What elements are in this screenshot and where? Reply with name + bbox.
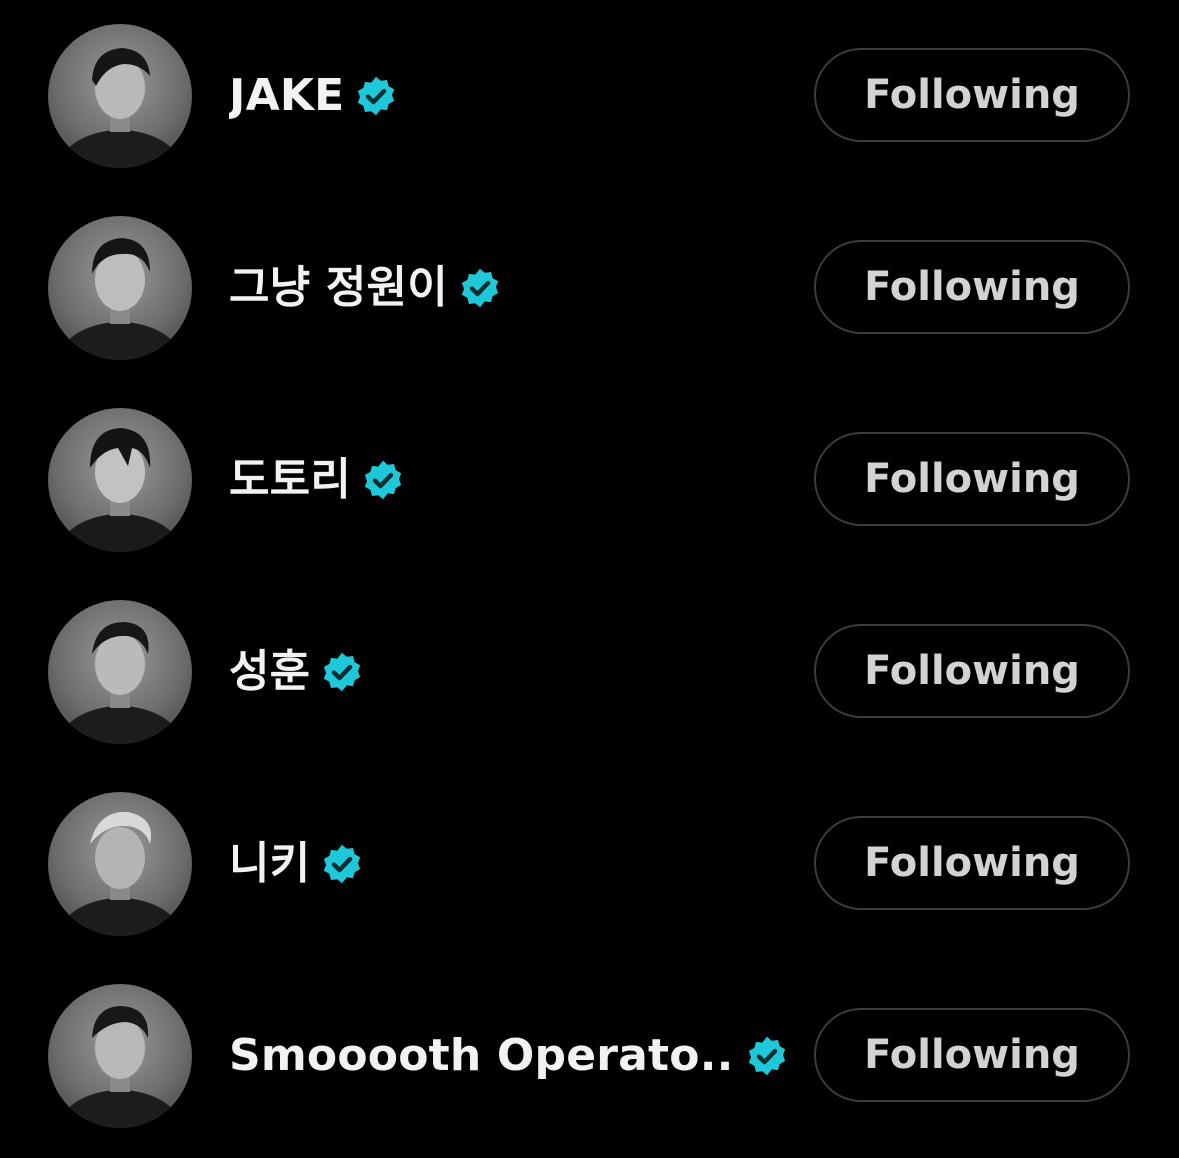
list-item[interactable]: 도토리 Following (0, 400, 1179, 560)
avatar[interactable] (48, 792, 192, 936)
account-name[interactable]: 도토리 (229, 448, 351, 512)
verified-badge-icon (458, 266, 502, 310)
following-button[interactable]: Following (814, 816, 1130, 910)
following-button[interactable]: Following (814, 240, 1130, 334)
following-button[interactable]: Following (814, 1008, 1130, 1102)
account-name[interactable]: Smooooth Operato... (229, 1024, 735, 1088)
following-button-label: Following (864, 264, 1080, 310)
avatar[interactable] (48, 24, 192, 168)
verified-badge-icon (320, 650, 364, 694)
following-list: JAKE Following 그냥 정원이 Following 도토리 Foll… (0, 0, 1179, 1158)
following-button-label: Following (864, 840, 1080, 886)
avatar[interactable] (48, 216, 192, 360)
avatar[interactable] (48, 984, 192, 1128)
list-item[interactable]: 성훈 Following (0, 592, 1179, 752)
list-item[interactable]: 니키 Following (0, 784, 1179, 944)
following-button[interactable]: Following (814, 432, 1130, 526)
account-name[interactable]: 성훈 (229, 640, 310, 704)
following-button-label: Following (864, 456, 1080, 502)
account-name[interactable]: 니키 (229, 832, 310, 896)
following-button-label: Following (864, 1032, 1080, 1078)
account-name-wrap: Smooooth Operato... (229, 1024, 789, 1088)
account-name[interactable]: JAKE (229, 64, 344, 128)
account-name-wrap: 성훈 (229, 640, 364, 704)
account-name-wrap: 니키 (229, 832, 364, 896)
avatar[interactable] (48, 600, 192, 744)
account-name-wrap: 그냥 정원이 (229, 256, 502, 320)
account-name-wrap: JAKE (229, 64, 398, 128)
list-item[interactable]: 그냥 정원이 Following (0, 208, 1179, 368)
verified-badge-icon (361, 458, 405, 502)
following-button[interactable]: Following (814, 48, 1130, 142)
avatar[interactable] (48, 408, 192, 552)
following-button[interactable]: Following (814, 624, 1130, 718)
list-item[interactable]: Smooooth Operato... Following (0, 976, 1179, 1136)
list-item[interactable]: JAKE Following (0, 16, 1179, 176)
verified-badge-icon (320, 842, 364, 886)
account-name-wrap: 도토리 (229, 448, 405, 512)
verified-badge-icon (354, 74, 398, 118)
following-button-label: Following (864, 72, 1080, 118)
verified-badge-icon (745, 1034, 789, 1078)
account-name[interactable]: 그냥 정원이 (229, 256, 448, 320)
following-button-label: Following (864, 648, 1080, 694)
